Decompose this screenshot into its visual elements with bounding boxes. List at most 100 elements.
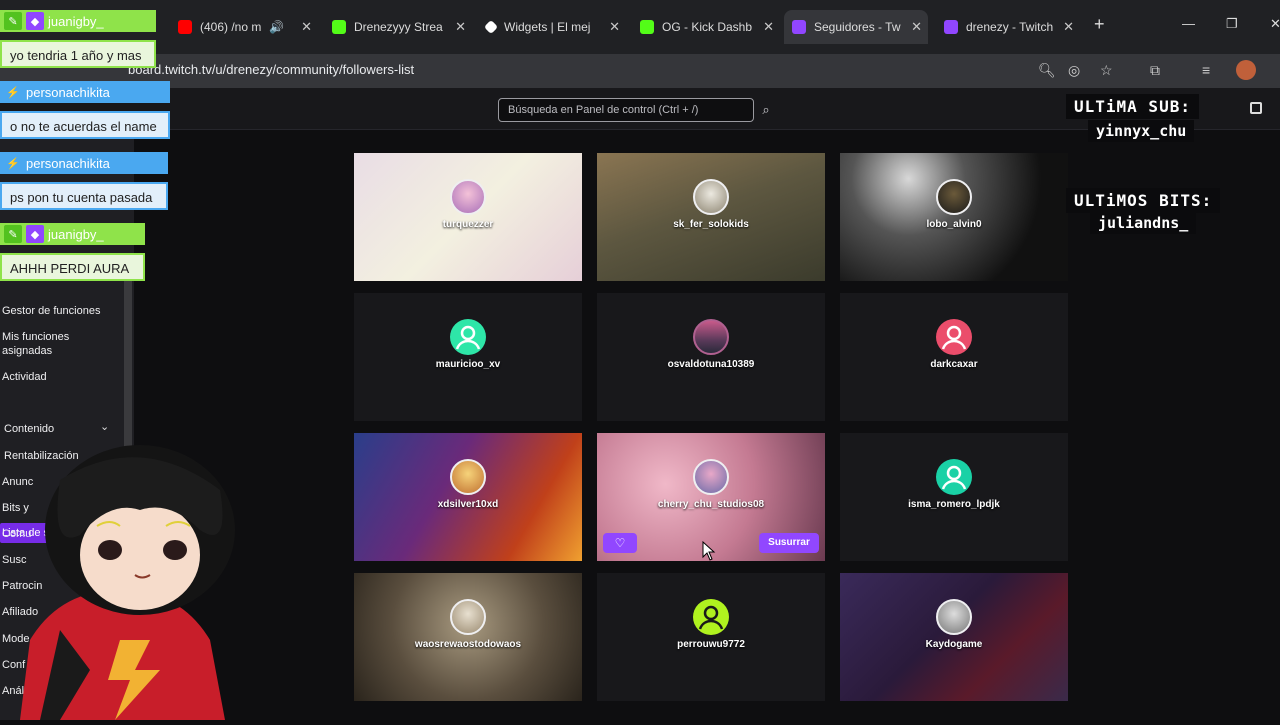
kick-icon [640, 20, 654, 34]
chat-username: juanigby_ [48, 226, 104, 242]
follower-card[interactable]: osvaldotuna10389 [597, 293, 825, 421]
follower-card[interactable]: turquezzer [354, 153, 582, 281]
last-bits-user: juliandns_ [1090, 212, 1197, 234]
close-tab-icon[interactable]: ✕ [455, 19, 466, 35]
lightning-badge-icon: ⚡ [6, 157, 20, 170]
follower-name[interactable]: cherry_chu_studios08 [597, 499, 825, 510]
sidebar-item-content[interactable]: Contenido [4, 422, 54, 436]
follower-card[interactable]: darkcaxar [840, 293, 1068, 421]
restore-icon[interactable]: ❐ [1226, 16, 1238, 32]
chat-header: ⚡ personachikita [0, 81, 170, 103]
avatar [450, 599, 486, 635]
broadcaster-badge-icon: ✎ [4, 225, 22, 243]
extensions-icon[interactable]: ⧉ [1150, 62, 1160, 79]
follower-name[interactable]: Kaydogame [840, 639, 1068, 650]
bookmark-star-icon[interactable]: ☆ [1100, 62, 1113, 79]
chat-username: personachikita [26, 155, 110, 171]
follower-name[interactable]: waosrewaostodowaos [354, 639, 582, 650]
browser-tab-widgets[interactable]: Widgets | El mej ✕ [478, 14, 626, 40]
sidebar-item-feature-manager[interactable]: Gestor de funciones [2, 304, 100, 318]
follower-card[interactable]: Kaydogame [840, 573, 1068, 701]
new-tab-button[interactable]: + [1094, 14, 1105, 35]
close-tab-icon[interactable]: ✕ [1063, 19, 1074, 35]
chat-header: ⚡ personachikita [0, 152, 168, 174]
follower-card[interactable]: xdsilver10xd [354, 433, 582, 561]
follower-card[interactable]: lobo_alvin0 [840, 153, 1068, 281]
follower-card[interactable]: mauricioo_xv [354, 293, 582, 421]
widget-icon [483, 19, 499, 35]
chat-message: yo tendria 1 año y mas [0, 40, 156, 68]
youtube-icon [178, 20, 192, 34]
close-tab-icon[interactable]: ✕ [301, 19, 312, 35]
mouse-cursor-icon [702, 540, 716, 566]
avatar [693, 459, 729, 495]
twitch-icon [792, 20, 806, 34]
follower-banner [597, 153, 825, 281]
browser-tab-bar: (406) /no m 🔊 ✕ Drenezyyy Strea ✕ Widget… [0, 0, 1280, 54]
close-window-icon[interactable]: ✕ [1270, 16, 1280, 32]
browser-tab-twitch-channel[interactable]: drenezy - Twitch ✕ [936, 14, 1080, 40]
chat-message: o no te acuerdas el name [0, 111, 170, 139]
follower-card[interactable]: isma_romero_lpdjk [840, 433, 1068, 561]
follower-name[interactable]: mauricioo_xv [354, 359, 582, 370]
close-tab-icon[interactable]: ✕ [911, 19, 922, 35]
sidebar-item-activity[interactable]: Actividad [2, 370, 47, 384]
follower-card[interactable]: waosrewaostodowaos [354, 573, 582, 701]
avatar [450, 459, 486, 495]
url-field[interactable]: board.twitch.tv/u/drenezy/community/foll… [128, 62, 414, 77]
browser-tab-kick-dashboard[interactable]: OG - Kick Dashb ✕ [632, 14, 780, 40]
chevron-down-icon: ⌄ [100, 421, 110, 433]
sidebar-item-assigned-features[interactable]: Mis funciones asignadas [2, 330, 112, 358]
browser-tab-kick-stream[interactable]: Drenezyyy Strea ✕ [324, 14, 472, 40]
follower-name[interactable]: xdsilver10xd [354, 499, 582, 510]
follower-name[interactable]: turquezzer [354, 219, 582, 230]
follower-banner [840, 153, 1068, 281]
follower-name[interactable]: lobo_alvin0 [840, 219, 1068, 230]
follower-card[interactable]: sk_fer_solokids [597, 153, 825, 281]
media-control-icon[interactable]: ≡ [1202, 62, 1210, 78]
zoom-icon[interactable]: 🔍︎ [1038, 62, 1056, 79]
close-tab-icon[interactable]: ✕ [609, 19, 620, 35]
lightning-badge-icon: ⚡ [6, 86, 20, 99]
chat-message: ps pon tu cuenta pasada [0, 182, 168, 210]
chat-header: ✎ ◆ juanigby_ [0, 223, 145, 245]
last-sub-user: yinnyx_chu [1088, 120, 1195, 142]
address-bar: board.twitch.tv/u/drenezy/community/foll… [0, 54, 1280, 88]
minimize-icon[interactable]: — [1182, 16, 1195, 31]
avatar [936, 599, 972, 635]
browser-tab-youtube[interactable]: (406) /no m 🔊 ✕ [170, 14, 318, 40]
whisper-button[interactable]: Susurrar [759, 533, 819, 553]
last-sub-title: ULTiMA SUB: [1066, 94, 1199, 119]
close-tab-icon[interactable]: ✕ [763, 19, 774, 35]
dashboard-search-input[interactable]: Búsqueda en Panel de control (Ctrl + /) [498, 98, 754, 122]
follower-banner [354, 433, 582, 561]
browser-tab-followers[interactable]: Seguidores - Tw ✕ [784, 10, 928, 44]
chat-username: juanigby_ [48, 13, 104, 29]
follower-name[interactable]: osvaldotuna10389 [597, 359, 825, 370]
chat-message: AHHH PERDI AURA [0, 253, 145, 281]
broadcaster-badge-icon: ✎ [4, 12, 22, 30]
follower-name[interactable]: isma_romero_lpdjk [840, 499, 1068, 510]
avatar [936, 179, 972, 215]
chat-bubble-icon[interactable] [1250, 102, 1262, 114]
avatar [450, 179, 486, 215]
follower-name[interactable]: perrouwu9772 [597, 639, 825, 650]
heart-icon[interactable]: ♡ [603, 533, 637, 553]
diamond-badge-icon: ◆ [26, 12, 44, 30]
twitch-icon [944, 20, 958, 34]
profile-avatar[interactable] [1236, 60, 1256, 80]
search-icon[interactable]: ⌕ [756, 98, 776, 122]
default-user-icon [693, 599, 729, 635]
default-user-icon [936, 459, 972, 495]
default-user-icon [450, 319, 486, 355]
chat-header: ✎ ◆ juanigby_ [0, 10, 156, 32]
avatar [693, 179, 729, 215]
follower-card[interactable]: perrouwu9772 [597, 573, 825, 701]
kick-icon [332, 20, 346, 34]
eye-off-icon[interactable]: ◎ [1068, 62, 1080, 79]
follower-name[interactable]: sk_fer_solokids [597, 219, 825, 230]
vtuber-avatar [0, 440, 260, 720]
follower-banner [840, 573, 1068, 701]
speaker-icon[interactable]: 🔊 [269, 20, 284, 34]
follower-name[interactable]: darkcaxar [840, 359, 1068, 370]
